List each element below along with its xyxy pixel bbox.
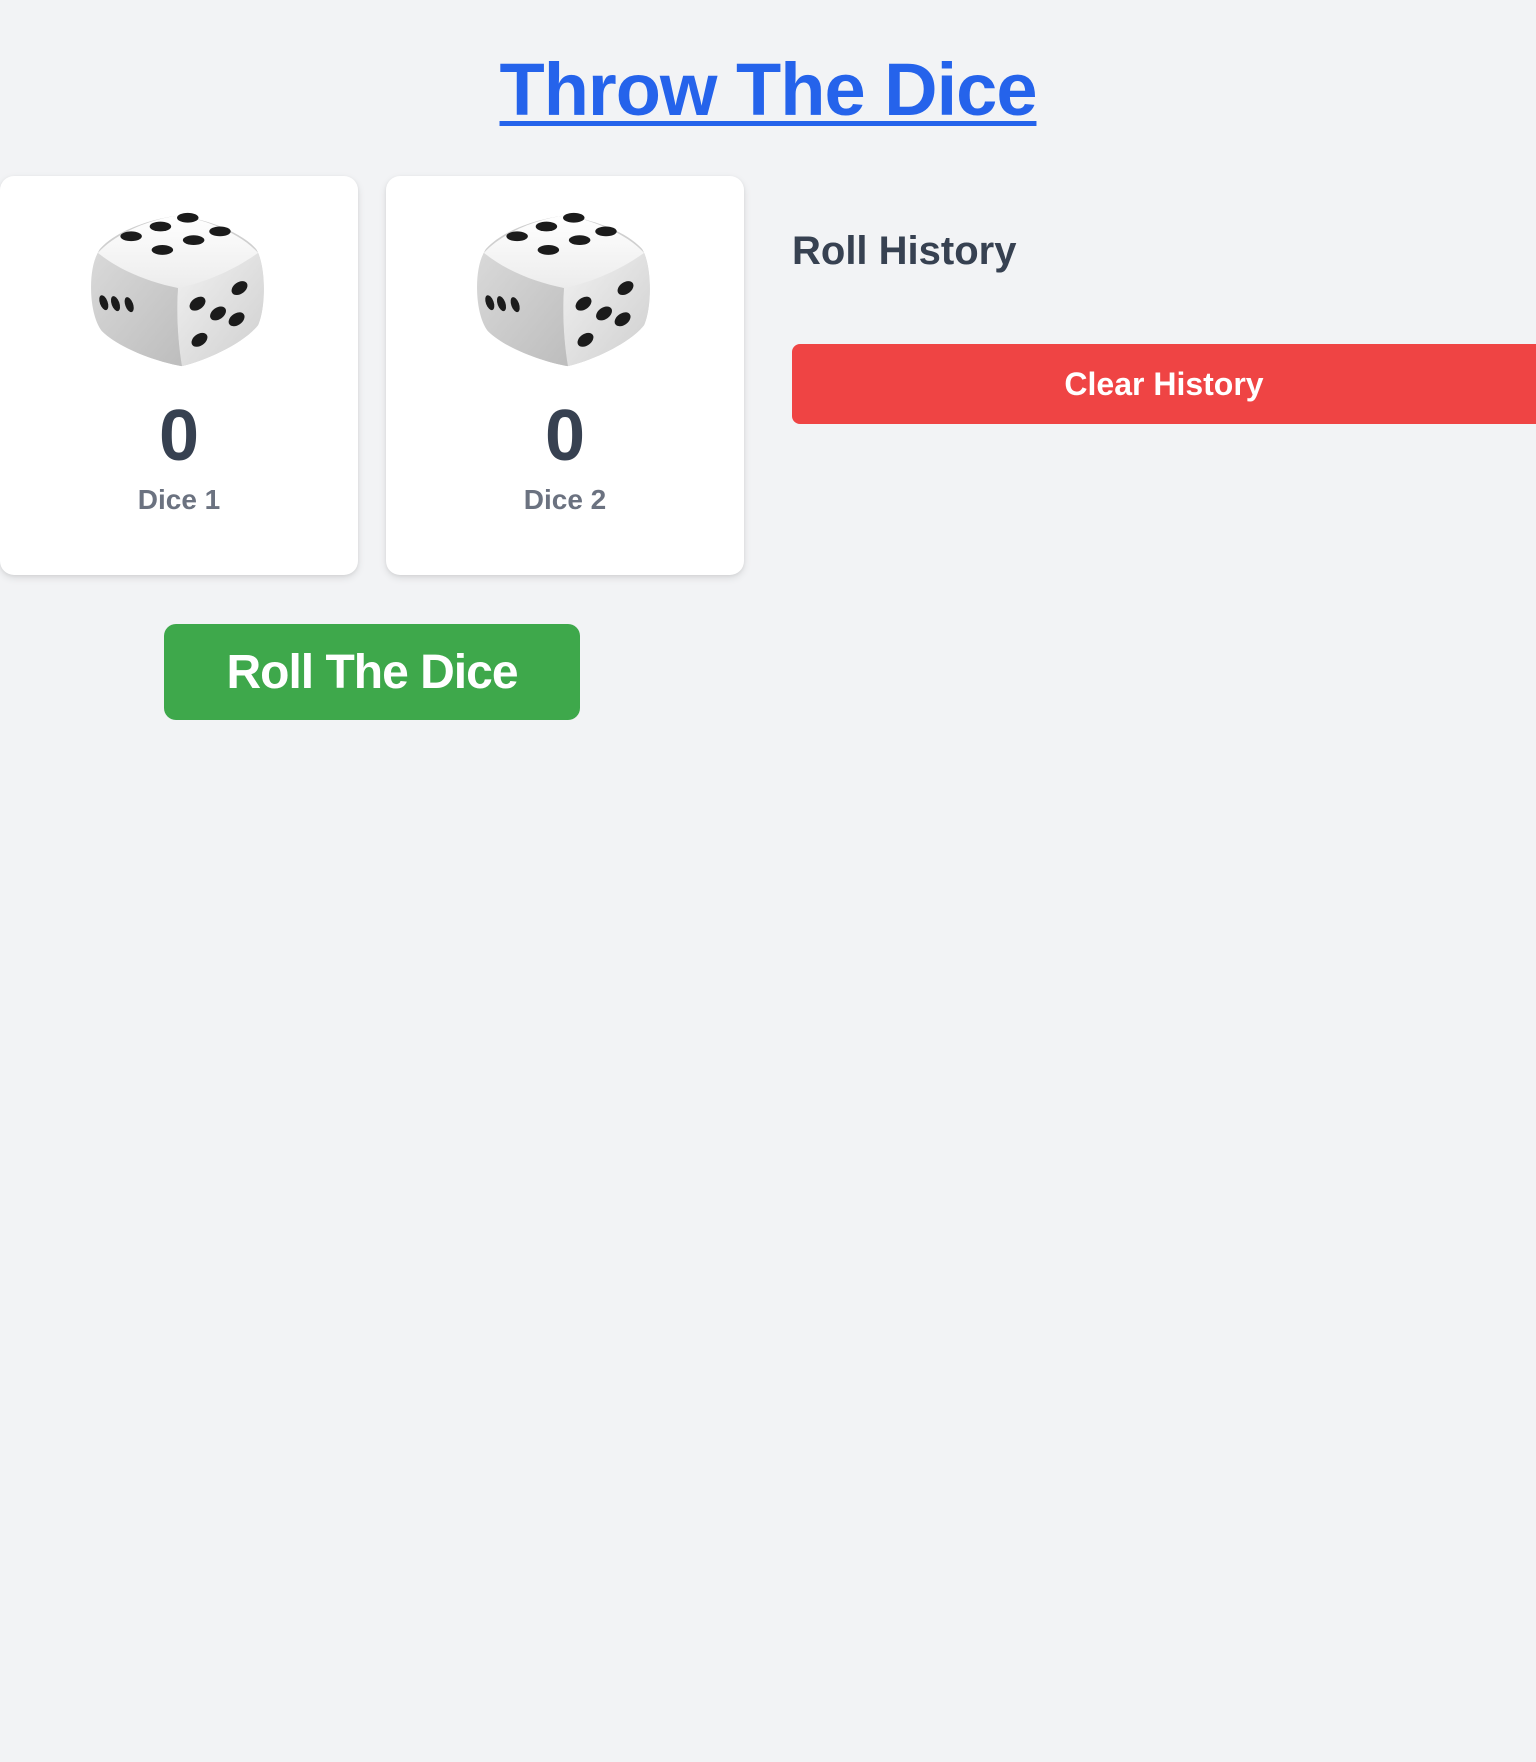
dice-1-value: 0: [158, 396, 200, 476]
roll-dice-button[interactable]: Roll The Dice: [164, 624, 580, 720]
page-title[interactable]: Throw The Dice: [0, 40, 1536, 140]
dice-1-label: Dice 1: [137, 484, 221, 515]
die-icon: [91, 212, 264, 367]
dice-2-label: Dice 2: [523, 484, 607, 515]
dice-2-value: 0: [544, 396, 586, 476]
roll-history-heading: Roll History: [792, 229, 1017, 273]
die-icon: [477, 212, 650, 367]
clear-history-button[interactable]: Clear History: [792, 344, 1536, 424]
dice-card-2: 0 Dice 2: [386, 176, 744, 575]
dice-card-1: 0 Dice 1: [0, 176, 358, 575]
